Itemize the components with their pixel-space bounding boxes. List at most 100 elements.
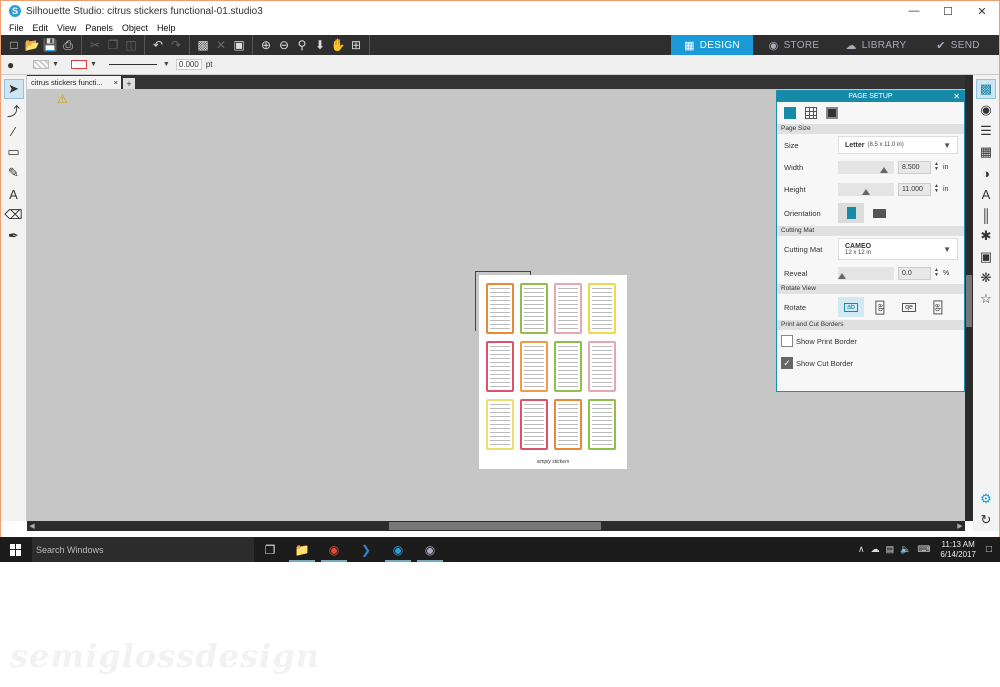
zoom-in-icon[interactable]: ⊕ [257, 37, 275, 53]
add-tab-button[interactable]: + [123, 78, 135, 89]
line-color-swatch[interactable] [70, 60, 87, 69]
slider-knob[interactable] [880, 166, 888, 173]
tab-print-cut[interactable] [823, 104, 841, 122]
show-print-border-checkbox[interactable] [781, 335, 793, 347]
keyboard-icon[interactable]: ⌨ [917, 544, 930, 555]
sticker[interactable] [520, 399, 548, 450]
chevron-up-icon[interactable]: ∧ [858, 544, 865, 555]
tab-page-setup[interactable] [781, 104, 799, 122]
ungroup-icon[interactable]: ✕ [212, 37, 230, 53]
slider-knob[interactable] [862, 188, 870, 195]
contrast-icon[interactable]: ◑ [976, 163, 996, 183]
chrome-icon[interactable]: ◉ [318, 537, 350, 562]
silhouette-taskbar-icon[interactable]: ◉ [382, 537, 414, 562]
tab-registration[interactable] [802, 104, 820, 122]
line-tool-icon[interactable]: ∕ [4, 121, 24, 141]
rectangle-tool-icon[interactable]: ▭ [4, 142, 24, 162]
text-tool-icon[interactable]: A [4, 184, 24, 204]
rotate-180-button[interactable]: qe [896, 297, 922, 317]
paint-icon[interactable]: ◉ [414, 537, 446, 562]
show-cut-border-row[interactable]: ✓ Show Cut Border [777, 352, 964, 374]
sticker[interactable] [588, 283, 616, 334]
chevron-down-icon[interactable]: ▼ [52, 61, 59, 68]
file-explorer-icon[interactable]: 📁 [286, 537, 318, 562]
panel-close-icon[interactable]: ✕ [953, 91, 960, 102]
fit-page-icon[interactable]: ⊞ [347, 37, 365, 53]
slider-knob[interactable] [838, 272, 846, 279]
width-input[interactable]: 8.500 [898, 160, 931, 174]
size-select[interactable]: Letter (8.5 x 11.0 in) ▼ [838, 136, 958, 154]
open-folder-icon[interactable]: 📂 [23, 37, 41, 53]
tab-send[interactable]: ✔ SEND [917, 35, 999, 55]
reveal-slider[interactable] [838, 266, 894, 280]
line-width-input[interactable]: 0.000 [175, 59, 202, 70]
sticker[interactable] [588, 341, 616, 392]
star-icon[interactable]: ☆ [976, 289, 996, 309]
height-slider[interactable] [838, 182, 894, 196]
undo-icon[interactable]: ↶ [149, 37, 167, 53]
line-style-icon[interactable]: ☰ [976, 121, 996, 141]
drag-down-icon[interactable]: ⬇ [311, 37, 329, 53]
network-icon[interactable]: ▤ [886, 544, 895, 555]
volume-icon[interactable]: 🔈 [900, 544, 911, 555]
width-stepper[interactable]: ▲ ▼ [934, 162, 939, 172]
rotate-0-button[interactable]: ab [838, 297, 864, 317]
horizontal-scrollbar[interactable]: ◀ ▶ [27, 521, 965, 531]
show-cut-border-checkbox[interactable]: ✓ [781, 357, 793, 369]
orientation-portrait-button[interactable] [838, 203, 864, 223]
reveal-stepper[interactable]: ▲ ▼ [934, 268, 939, 278]
sticker[interactable] [520, 283, 548, 334]
paste-icon[interactable]: ◫ [122, 37, 140, 53]
minimize-button[interactable]: — [897, 1, 931, 21]
reveal-input[interactable]: 0.0 [898, 266, 931, 280]
sticker[interactable] [554, 283, 582, 334]
tab-library[interactable]: ☁ LIBRARY [835, 35, 917, 55]
modify-icon[interactable]: ▣ [976, 247, 996, 267]
menu-panels[interactable]: Panels [85, 23, 113, 33]
eraser-tool-icon[interactable]: ⌫ [4, 205, 24, 225]
select-arrow-icon[interactable]: ➤ [3, 79, 24, 99]
sticker[interactable] [486, 341, 514, 392]
horizontal-scroll-thumb[interactable] [389, 522, 601, 530]
sticker[interactable] [554, 399, 582, 450]
sticker[interactable] [486, 283, 514, 334]
sticker[interactable] [486, 399, 514, 450]
show-print-border-row[interactable]: Show Print Border [777, 330, 964, 352]
refresh-icon[interactable]: ↻ [976, 510, 996, 530]
vertical-scrollbar[interactable] [965, 75, 973, 521]
vertical-scroll-thumb[interactable] [966, 275, 972, 327]
palette-icon[interactable]: ● [7, 58, 23, 72]
transform-icon[interactable]: ✱ [976, 226, 996, 246]
menu-edit[interactable]: Edit [33, 23, 49, 33]
chevron-down-icon[interactable]: ▼ [90, 61, 97, 68]
cloud-icon[interactable]: ☁ [871, 544, 880, 555]
knife-tool-icon[interactable]: ✒ [4, 226, 24, 246]
document-tab[interactable]: citrus stickers functi... × [27, 76, 121, 89]
point-edit-icon[interactable]: ⤴ [4, 100, 24, 120]
chevron-down-icon[interactable]: ▼ [163, 61, 170, 68]
close-window-button[interactable]: ✕ [965, 1, 999, 21]
taskbar-clock[interactable]: 11:13 AM 6/14/2017 [940, 540, 976, 560]
sticker[interactable] [588, 399, 616, 450]
rotate-90-button[interactable]: ab [867, 297, 893, 317]
sticker[interactable] [520, 341, 548, 392]
orientation-landscape-button[interactable] [866, 203, 892, 223]
save-icon[interactable]: 💾 [41, 37, 59, 53]
trace-icon[interactable]: ❋ [976, 268, 996, 288]
redo-icon[interactable]: ↷ [167, 37, 185, 53]
compound-path-icon[interactable]: ▣ [230, 37, 248, 53]
cut-icon[interactable]: ✂ [86, 37, 104, 53]
pencil-tool-icon[interactable]: ✎ [4, 163, 24, 183]
height-input[interactable]: 11.000 [898, 182, 931, 196]
menu-help[interactable]: Help [157, 23, 176, 33]
fill-palette-icon[interactable]: ◉ [976, 100, 996, 120]
line-style-preview[interactable] [108, 64, 157, 65]
close-tab-icon[interactable]: × [114, 78, 118, 87]
notifications-icon[interactable]: □ [986, 544, 992, 555]
width-slider[interactable] [838, 160, 894, 174]
menu-object[interactable]: Object [122, 23, 148, 33]
scroll-left-icon[interactable]: ◀ [27, 521, 37, 531]
align-icon[interactable]: ║ [976, 205, 996, 225]
text-style-icon[interactable]: A [976, 184, 996, 204]
rotate-270-button[interactable]: qe [925, 297, 951, 317]
